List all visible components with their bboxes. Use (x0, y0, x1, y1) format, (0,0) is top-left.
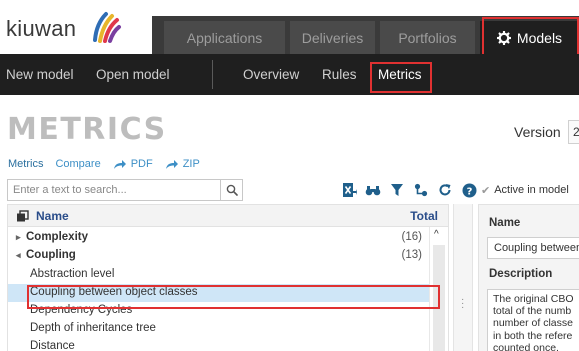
tab-label: Deliveries (301, 29, 364, 46)
brand-logo-icon (93, 12, 121, 43)
metrics-table: Name Total ▸ Complexity (16) ◂ Coupling (1… (7, 204, 449, 351)
table-header: Name Total (8, 205, 448, 227)
nav-rules[interactable]: Rules (322, 54, 357, 95)
link-zip-label: ZIP (182, 158, 200, 170)
secondary-nav: New model Open model Overview Rules Metr… (0, 54, 579, 95)
gear-icon (496, 30, 511, 45)
hierarchy-button[interactable] (412, 181, 430, 199)
row-total: (13) (401, 249, 422, 261)
tab-label: Models (516, 29, 563, 46)
table-row[interactable]: Abstraction level (8, 266, 448, 284)
scroll-up-icon[interactable]: ^ (434, 229, 439, 240)
row-label: Complexity (26, 231, 88, 243)
metrics-action-links: Metrics Compare PDF ZIP (8, 157, 212, 171)
description-label: Description (489, 268, 553, 280)
table-toolbar: ? (340, 179, 484, 201)
link-metrics[interactable]: Metrics (8, 158, 43, 170)
nav-overview[interactable]: Overview (243, 54, 299, 95)
active-in-model-label: Active in model (494, 184, 569, 196)
link-pdf-label: PDF (130, 158, 153, 170)
table-row[interactable]: Depth of inheritance tree (8, 320, 448, 338)
refresh-button[interactable] (436, 181, 454, 199)
table-row[interactable]: Dependency Cycles (8, 302, 448, 320)
description-line: The original CBO (493, 293, 574, 305)
search-input[interactable] (8, 180, 220, 200)
search-icon (226, 184, 238, 196)
export-excel-button[interactable] (340, 181, 358, 199)
find-button[interactable] (364, 181, 382, 199)
share-arrow-icon (113, 159, 126, 169)
brand-logo-text[interactable]: kiuwan (6, 16, 76, 42)
row-label: Coupling (26, 249, 76, 261)
table-row[interactable]: ◂ Coupling (13) (8, 247, 448, 265)
row-label: Coupling between object classes (30, 286, 198, 298)
help-icon: ? (462, 183, 476, 197)
column-header-name[interactable]: Name (36, 209, 69, 223)
name-label: Name (489, 217, 521, 229)
tab-deliveries[interactable]: Deliveries (290, 21, 375, 54)
scrollbar-thumb[interactable] (433, 245, 445, 351)
row-label: Abstraction level (30, 268, 115, 280)
link-compare[interactable]: Compare (55, 158, 100, 170)
name-value: Coupling between object classes (494, 242, 579, 254)
panel-splitter[interactable]: · · · (453, 204, 473, 351)
version-label: Version (514, 124, 561, 140)
export-excel-icon (343, 183, 357, 197)
drag-handle-icon: · · · (461, 294, 465, 313)
binoculars-icon (365, 186, 381, 196)
tab-label: Portfolios (398, 29, 457, 46)
hierarchy-icon (414, 183, 428, 197)
table-scrollbar[interactable]: ^ (429, 227, 448, 351)
version-select[interactable]: 2 (568, 120, 579, 144)
version-value: 2 (573, 125, 579, 139)
filter-icon (391, 184, 403, 196)
row-total: (16) (401, 231, 422, 243)
search-button[interactable] (220, 180, 242, 200)
link-pdf[interactable]: PDF (113, 158, 153, 170)
copy-icon (17, 210, 29, 222)
caret-down-icon: ◂ (16, 250, 21, 260)
svg-text:?: ? (466, 186, 472, 197)
help-button[interactable]: ? (460, 181, 478, 199)
active-in-model[interactable]: ✔ Active in model (481, 179, 569, 201)
share-arrow-icon (165, 159, 178, 169)
caret-right-icon: ▸ (16, 232, 21, 242)
nav-separator (212, 60, 213, 89)
row-label: Dependency Cycles (30, 304, 133, 316)
nav-metrics[interactable]: Metrics (378, 54, 422, 95)
link-zip[interactable]: ZIP (165, 158, 200, 170)
column-header-total[interactable]: Total (410, 209, 438, 223)
tab-models[interactable]: Models (480, 21, 579, 54)
checkmark-icon: ✔ (481, 184, 491, 197)
nav-open-model[interactable]: Open model (96, 54, 170, 95)
row-label: Distance (30, 340, 75, 351)
description-field[interactable]: The original CBO total of the numb numbe… (487, 289, 579, 351)
description-line: number of classe (493, 317, 573, 330)
filter-button[interactable] (388, 181, 406, 199)
nav-new-model[interactable]: New model (6, 54, 74, 95)
description-line: total of the numb (493, 305, 572, 318)
tab-label: Applications (186, 29, 263, 46)
row-label: Depth of inheritance tree (30, 322, 156, 334)
table-row[interactable]: Distance (8, 338, 448, 351)
table-row-selected[interactable]: Coupling between object classes (8, 284, 429, 302)
page-title: METRICS (7, 112, 167, 147)
table-row[interactable]: ▸ Complexity (16) (8, 229, 448, 247)
refresh-icon (439, 184, 451, 196)
tab-applications[interactable]: Applications (164, 21, 285, 54)
search-box (7, 179, 243, 201)
name-field[interactable]: Coupling between object classes (487, 237, 579, 259)
tab-portfolios[interactable]: Portfolios (380, 21, 475, 54)
metric-detail-panel: Name Coupling between object classes Des… (478, 204, 579, 351)
description-line: counted once. (493, 341, 559, 351)
description-line: in both the refere (493, 329, 573, 342)
